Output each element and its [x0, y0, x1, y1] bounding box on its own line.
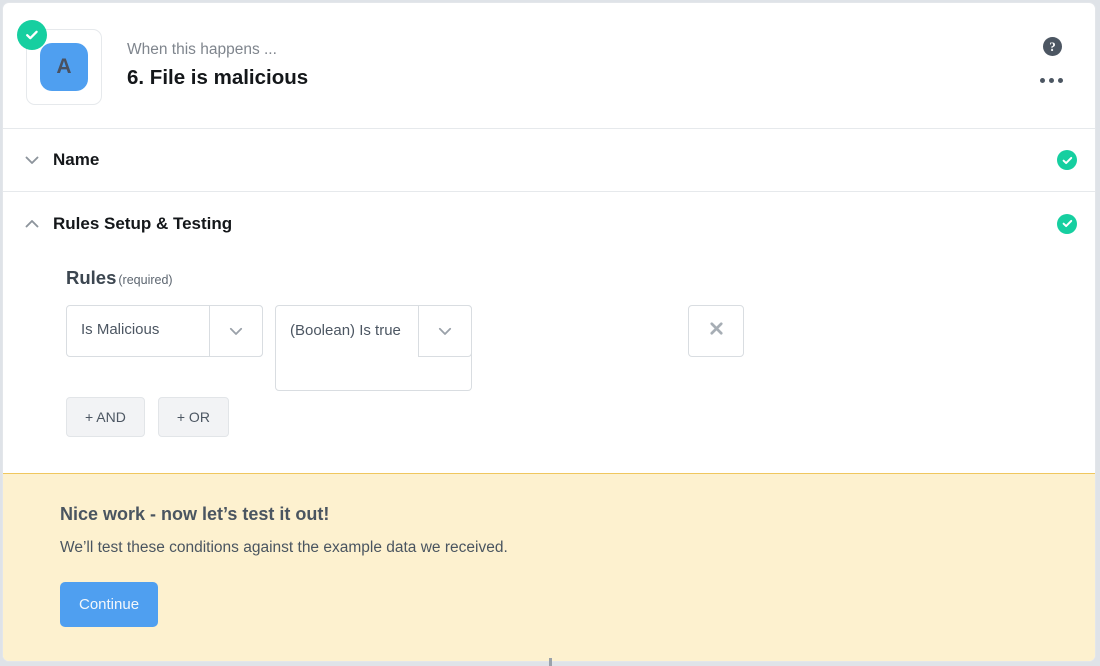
rule-operator-select[interactable]: (Boolean) Is true	[275, 305, 472, 391]
rules-label-text: Rules	[66, 267, 117, 288]
rule-field-value: Is Malicious	[81, 321, 160, 338]
header-text-block: When this happens ... 6. File is malicio…	[127, 39, 308, 91]
rule-logic-buttons: + AND + OR	[66, 397, 1095, 437]
app-icon-letter: A	[40, 43, 88, 91]
chevron-down-icon	[19, 147, 45, 173]
test-notice-panel: Nice work - now let’s test it out! We’ll…	[3, 473, 1095, 661]
add-and-button[interactable]: + AND	[66, 397, 145, 437]
chevron-down-icon[interactable]	[418, 305, 472, 357]
close-x-icon	[707, 319, 726, 343]
continue-button[interactable]: Continue	[60, 582, 159, 627]
add-or-button[interactable]: + OR	[157, 397, 229, 437]
section-status-check-rules	[1057, 213, 1077, 234]
chevron-down-icon[interactable]	[209, 305, 263, 357]
notice-title: Nice work - now let’s test it out!	[60, 504, 330, 524]
step-header: A When this happens ... 6. File is malic…	[3, 3, 1095, 129]
section-label-name: Name	[53, 150, 100, 169]
check-circle-icon	[17, 20, 47, 50]
chevron-up-icon	[19, 211, 45, 237]
zap-step-editor: A When this happens ... 6. File is malic…	[0, 0, 1100, 666]
rule-field-select[interactable]: Is Malicious	[66, 305, 263, 357]
help-icon[interactable]: ?	[1043, 37, 1062, 56]
ellipsis-icon[interactable]	[1040, 78, 1063, 83]
rules-field-label: Rules (required)	[66, 267, 1095, 289]
ellipsis-dot	[1058, 78, 1063, 83]
ellipsis-dot	[1049, 78, 1054, 83]
section-header-name[interactable]: Name	[3, 129, 1095, 192]
step-connector	[549, 658, 552, 666]
section-header-rules[interactable]: Rules Setup & Testing	[3, 192, 1095, 255]
app-icon: A	[17, 20, 102, 105]
header-eyebrow: When this happens ...	[127, 41, 277, 58]
section-label-rules: Rules Setup & Testing	[53, 213, 233, 233]
section-status-check-name	[1057, 150, 1077, 170]
rule-row: Is Malicious (Boolean) Is true	[66, 305, 1095, 397]
ellipsis-dot	[1040, 78, 1045, 83]
notice-subtitle: We’ll test these conditions against the …	[60, 539, 508, 556]
step-card: A When this happens ... 6. File is malic…	[2, 2, 1096, 662]
rules-body: Rules (required) Is Malicious (Boolean) I…	[3, 267, 1095, 473]
page-title: 6. File is malicious	[127, 66, 309, 89]
remove-rule-button[interactable]	[688, 305, 744, 357]
rule-operator-value: (Boolean) Is true	[290, 322, 401, 339]
rules-required-note: (required)	[118, 273, 173, 287]
